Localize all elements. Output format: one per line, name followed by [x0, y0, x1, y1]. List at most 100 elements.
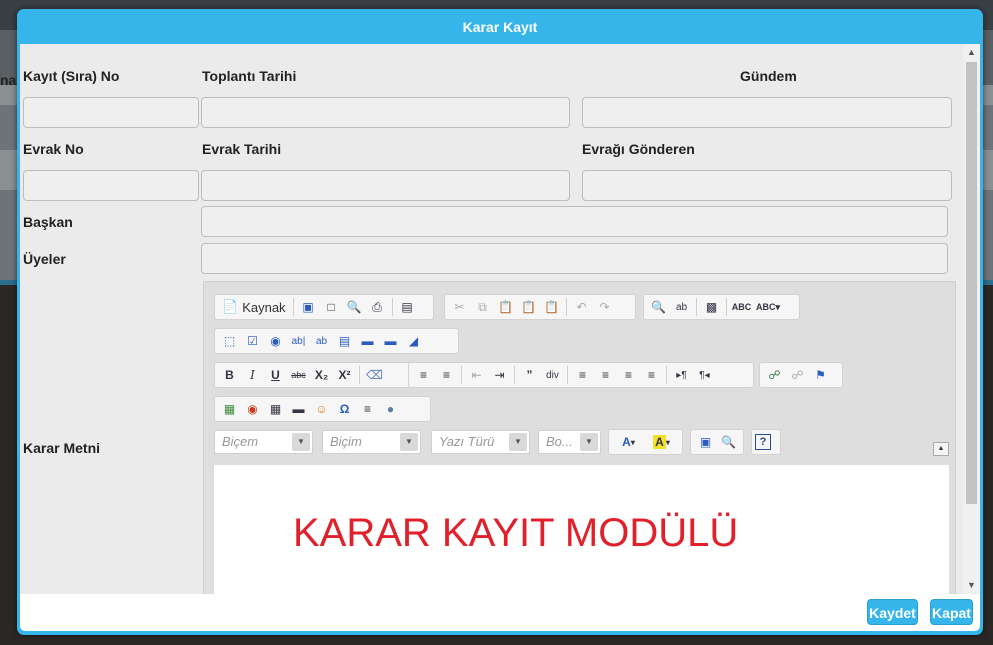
rtl-icon[interactable]: ¶◂ [693, 364, 716, 386]
form-icon[interactable]: ⬚ [218, 330, 241, 352]
spellcheck-icon[interactable]: ABC [730, 296, 753, 318]
toplanti-tarihi-input[interactable] [201, 97, 570, 128]
bold-icon[interactable]: B [218, 364, 241, 386]
format-combo[interactable]: Biçim ▼ [322, 430, 421, 454]
templates-icon[interactable]: ▤ [396, 296, 419, 318]
button-icon[interactable]: ▬ [356, 330, 379, 352]
editor-content-text: KARAR KAYIT MODÜLÜ [293, 511, 739, 555]
page-break-icon[interactable]: ≡ [356, 398, 379, 420]
cut-icon[interactable]: ✂ [448, 296, 471, 318]
maximize-icon[interactable]: ▣ [694, 431, 717, 453]
image-icon[interactable]: ▦ [218, 398, 241, 420]
blockquote-icon[interactable]: ” [518, 364, 541, 386]
iframe-icon[interactable]: ● [379, 398, 402, 420]
textarea-icon[interactable]: ab [310, 330, 333, 352]
dialog-title: Karar Kayıt [462, 19, 538, 35]
text-color-icon[interactable]: A ▾ [612, 431, 645, 453]
toolbar-paragraph: ≡ ≡ ⇤ ⇥ ” div ≡ ≡ ≡ ≡ ▸¶ ¶◂ [408, 362, 754, 388]
preview-icon[interactable]: 🔍 [343, 296, 366, 318]
toolbar-basic-styles: B I U abc X₂ X² ⌫ [214, 362, 412, 388]
link-icon[interactable]: ☍ [763, 364, 786, 386]
image-button-icon[interactable]: ▬ [379, 330, 402, 352]
align-right-icon[interactable]: ≡ [617, 364, 640, 386]
font-combo[interactable]: Yazı Türü ▼ [431, 430, 530, 454]
smiley-icon[interactable]: ☺ [310, 398, 333, 420]
find-icon[interactable]: 🔍 [647, 296, 670, 318]
save-button[interactable]: Kaydet [867, 599, 918, 625]
italic-icon[interactable]: I [241, 364, 264, 386]
redo-icon[interactable]: ↷ [593, 296, 616, 318]
superscript-icon[interactable]: X² [333, 364, 356, 386]
copy-icon[interactable]: ⧉ [471, 296, 494, 318]
evrak-no-input[interactable] [23, 170, 199, 201]
toolbar-separator [461, 366, 462, 384]
radio-icon[interactable]: ◉ [264, 330, 287, 352]
toolbar-about: ? [751, 429, 781, 455]
uyeler-input[interactable] [201, 243, 948, 274]
toolbar-separator [292, 298, 294, 316]
toolbar-separator [567, 366, 568, 384]
evrak-no-label: Evrak No [23, 141, 84, 157]
kayit-no-input[interactable] [23, 97, 199, 128]
checkbox-icon[interactable]: ☑ [241, 330, 264, 352]
karar-metni-label: Karar Metni [23, 440, 101, 456]
select-icon[interactable]: ▤ [333, 330, 356, 352]
vertical-scrollbar[interactable]: ▲ ▼ [963, 44, 980, 594]
dialog-footer: Kaydet Kapat [20, 594, 980, 631]
source-icon: 📄 [222, 299, 239, 314]
toplanti-tarihi-label: Toplantı Tarihi [202, 68, 297, 84]
textfield-icon[interactable]: ab| [287, 330, 310, 352]
flash-icon[interactable]: ◉ [241, 398, 264, 420]
unlink-icon[interactable]: ☍ [786, 364, 809, 386]
toolbar-separator [666, 366, 667, 384]
bullet-list-icon[interactable]: ≡ [435, 364, 458, 386]
replace-icon[interactable]: ab [670, 296, 693, 318]
evragi-gonderen-label: Evrağı Gönderen [582, 141, 695, 157]
align-center-icon[interactable]: ≡ [594, 364, 617, 386]
div-icon[interactable]: div [541, 364, 564, 386]
undo-icon[interactable]: ↶ [570, 296, 593, 318]
scroll-thumb[interactable] [966, 62, 977, 504]
subscript-icon[interactable]: X₂ [310, 364, 333, 386]
new-page-icon[interactable]: □ [320, 296, 343, 318]
baskan-input[interactable] [201, 206, 948, 237]
numbered-list-icon[interactable]: ≡ [412, 364, 435, 386]
close-button[interactable]: Kapat [930, 599, 973, 625]
about-icon[interactable]: ? [755, 434, 771, 450]
table-icon[interactable]: ▦ [264, 398, 287, 420]
toolbar-clipboard: ✂ ⧉ 📋 📋 📋 ↶ ↷ [444, 294, 636, 320]
underline-icon[interactable]: U [264, 364, 287, 386]
horizontal-rule-icon[interactable]: ▬ [287, 398, 310, 420]
spellcheck-as-you-type-icon[interactable]: ABC▾ [753, 296, 783, 318]
editor-content-area[interactable]: KARAR KAYIT MODÜLÜ [214, 465, 949, 594]
toolbar-document: 📄 Kaynak ▣ □ 🔍 ⎙ ▤ [214, 294, 434, 320]
save-icon[interactable]: ▣ [297, 296, 320, 318]
select-all-icon[interactable]: ▩ [700, 296, 723, 318]
ltr-icon[interactable]: ▸¶ [670, 364, 693, 386]
collapse-toolbar-icon[interactable]: ▲ [933, 442, 949, 456]
print-icon[interactable]: ⎙ [366, 296, 389, 318]
show-blocks-icon[interactable]: 🔍 [717, 431, 740, 453]
paste-text-icon[interactable]: 📋 [517, 296, 540, 318]
scroll-up-icon[interactable]: ▲ [963, 44, 980, 60]
source-button[interactable]: 📄 Kaynak [218, 296, 290, 318]
align-left-icon[interactable]: ≡ [571, 364, 594, 386]
gundem-input[interactable] [582, 97, 952, 128]
paste-word-icon[interactable]: 📋 [540, 296, 563, 318]
size-combo-value: Bo... [546, 434, 573, 449]
size-combo[interactable]: Bo... ▼ [538, 430, 601, 454]
evrak-tarihi-input[interactable] [201, 170, 570, 201]
special-char-icon[interactable]: Ω [333, 398, 356, 420]
style-combo[interactable]: Biçem ▼ [214, 430, 313, 454]
paste-icon[interactable]: 📋 [494, 296, 517, 318]
strike-icon[interactable]: abc [287, 364, 310, 386]
evragi-gonderen-input[interactable] [582, 170, 952, 201]
remove-format-icon[interactable]: ⌫ [363, 364, 386, 386]
hidden-field-icon[interactable]: ◢ [402, 330, 425, 352]
justify-icon[interactable]: ≡ [640, 364, 663, 386]
indent-icon[interactable]: ⇥ [488, 364, 511, 386]
scroll-down-icon[interactable]: ▼ [963, 577, 980, 593]
outdent-icon[interactable]: ⇤ [465, 364, 488, 386]
background-color-icon[interactable]: A ▾ [645, 431, 678, 453]
anchor-icon[interactable]: ⚑ [809, 364, 832, 386]
